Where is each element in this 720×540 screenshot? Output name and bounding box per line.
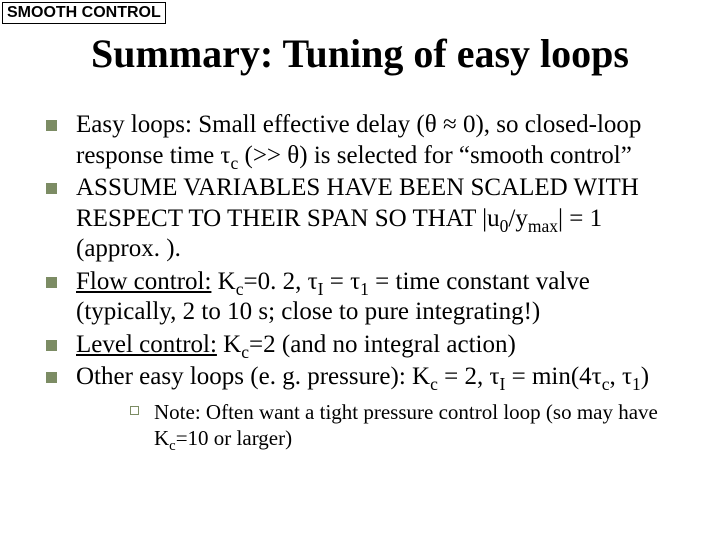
greek-tau: τ <box>489 363 499 390</box>
subscript: c <box>430 374 438 394</box>
greek-tau: τ <box>308 268 318 295</box>
bullet-item: Level control: Kc=2 (and no integral act… <box>40 330 690 361</box>
greek-theta: θ <box>287 142 299 169</box>
slide-title: Summary: Tuning of easy loops <box>0 30 720 77</box>
header-tag: SMOOTH CONTROL <box>2 2 166 24</box>
subscript: 1 <box>360 279 369 299</box>
bullet-text: ) is selected for “smooth control” <box>299 142 632 169</box>
subscript: c <box>602 374 610 394</box>
greek-tau: τ <box>350 268 360 295</box>
sub-bullet-text: =10 or larger) <box>176 426 292 450</box>
bullet-text: = min(4 <box>505 363 591 390</box>
bullet-text: K <box>217 331 241 358</box>
bullet-list: Easy loops: Small effective delay (θ ≈ 0… <box>40 110 690 451</box>
subscript: c <box>236 279 244 299</box>
bullet-text: = <box>324 268 351 295</box>
sub-bullet-list: Note: Often want a tight pressure contro… <box>76 399 690 452</box>
bullet-text: , <box>610 363 623 390</box>
bullet-text: K <box>211 268 235 295</box>
bullet-text: /y <box>508 205 527 232</box>
bullet-text: Other easy loops (e. g. pressure): K <box>76 363 430 390</box>
subscript: max <box>528 216 558 236</box>
sub-bullet-item: Note: Often want a tight pressure contro… <box>126 399 690 452</box>
bullet-text: ) <box>641 363 649 390</box>
bullet-text: Easy loops: Small effective delay ( <box>76 111 425 138</box>
bullet-item: Flow control: Kc=0. 2, τI = τ1 = time co… <box>40 267 690 328</box>
greek-tau: τ <box>622 363 632 390</box>
bullet-item: Easy loops: Small effective delay (θ ≈ 0… <box>40 110 690 171</box>
bullet-text: (>> <box>238 142 287 169</box>
subscript: c <box>241 342 249 362</box>
bullet-text: =0. 2, <box>244 268 308 295</box>
bullet-item: Other easy loops (e. g. pressure): Kc = … <box>40 362 690 451</box>
bullet-text: = 2, <box>438 363 490 390</box>
subscript: 1 <box>632 374 641 394</box>
bullet-lead: Flow control: <box>76 268 211 295</box>
greek-tau: τ <box>220 142 230 169</box>
bullet-text: =2 (and no integral action) <box>249 331 516 358</box>
slide-body: Easy loops: Small effective delay (θ ≈ 0… <box>40 110 690 453</box>
bullet-lead: Level control: <box>76 331 217 358</box>
greek-tau: τ <box>592 363 602 390</box>
slide: SMOOTH CONTROL Summary: Tuning of easy l… <box>0 0 720 540</box>
bullet-item: ASSUME VARIABLES HAVE BEEN SCALED WITH R… <box>40 173 690 265</box>
greek-theta: θ <box>425 111 437 138</box>
approx-symbol: ≈ <box>437 111 463 138</box>
